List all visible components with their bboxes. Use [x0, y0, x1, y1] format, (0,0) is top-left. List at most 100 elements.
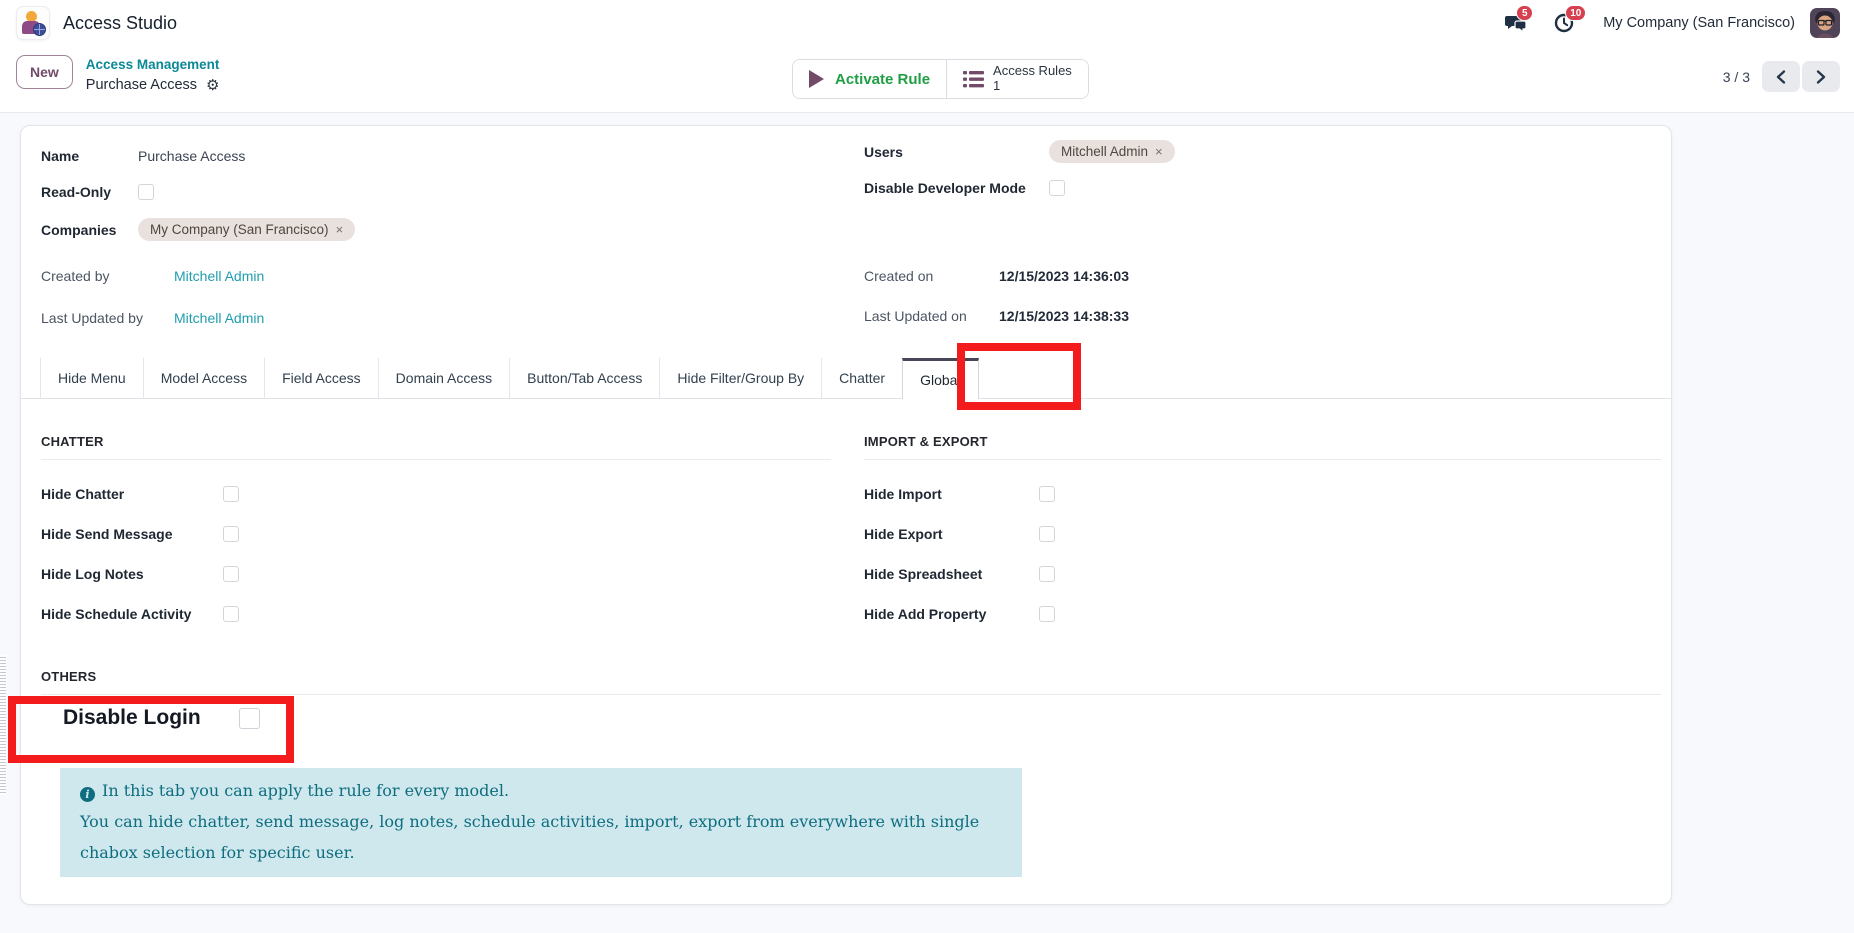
disable-dev-mode-label: Disable Developer Mode [864, 178, 1049, 198]
chevron-left-icon [1775, 70, 1787, 84]
control-panel: New Access Management Purchase Access ⚙ … [0, 46, 1854, 113]
chatter-section-title: CHATTER [41, 434, 831, 460]
navbar-right: 5 10 My Company (San Francisco) [1505, 6, 1840, 40]
hide-add-property-label: Hide Add Property [864, 606, 1039, 622]
others-section-title: OTHERS [41, 669, 1661, 695]
info-line-1-text: In this tab you can apply the rule for e… [102, 781, 509, 800]
content-area: Name Purchase Access Read-Only Companies… [0, 113, 1854, 933]
left-edge-artifact [0, 655, 6, 795]
access-rules-label: Access Rules [993, 64, 1072, 79]
company-tag[interactable]: My Company (San Francisco) × [138, 218, 355, 241]
tab-global[interactable]: Global [902, 358, 978, 399]
row-hide-send-message: Hide Send Message [41, 514, 831, 554]
info-box: iIn this tab you can apply the rule for … [60, 768, 1022, 877]
row-hide-export: Hide Export [864, 514, 1661, 554]
hide-chatter-label: Hide Chatter [41, 486, 223, 502]
app-title: Access Studio [63, 13, 177, 34]
pager-previous-button[interactable] [1762, 61, 1800, 92]
field-last-updated-by: Last Updated by Mitchell Admin [41, 310, 264, 326]
created-by-link[interactable]: Mitchell Admin [174, 268, 264, 284]
access-rules-count: 1 [993, 79, 1072, 94]
companies-label: Companies [41, 222, 138, 238]
new-button[interactable]: New [16, 55, 73, 89]
row-hide-import: Hide Import [864, 474, 1661, 514]
hide-import-label: Hide Import [864, 486, 1039, 502]
user-tag[interactable]: Mitchell Admin × [1049, 140, 1175, 163]
field-companies: Companies My Company (San Francisco) × [41, 218, 355, 241]
avatar-image [1810, 8, 1840, 38]
breadcrumb-current-wrap: Purchase Access ⚙ [86, 76, 220, 95]
disable-login-checkbox[interactable] [239, 708, 260, 729]
hide-spreadsheet-checkbox[interactable] [1039, 566, 1055, 582]
activate-rule-label: Activate Rule [835, 71, 930, 88]
company-switcher[interactable]: My Company (San Francisco) [1603, 15, 1795, 31]
hide-spreadsheet-label: Hide Spreadsheet [864, 566, 1039, 582]
field-created-by: Created by Mitchell Admin [41, 268, 264, 284]
last-updated-by-label: Last Updated by [41, 310, 174, 326]
tab-button-tab-access[interactable]: Button/Tab Access [509, 358, 659, 398]
row-hide-add-property: Hide Add Property [864, 594, 1661, 634]
access-rules-button[interactable]: Access Rules 1 [946, 60, 1088, 98]
section-import-export: IMPORT & EXPORT Hide Import Hide Export … [864, 434, 1661, 634]
import-export-section-title: IMPORT & EXPORT [864, 434, 1661, 460]
action-button-group: Activate Rule Access Rules 1 [792, 59, 1089, 99]
created-on-label: Created on [864, 268, 999, 284]
hide-add-property-checkbox[interactable] [1039, 606, 1055, 622]
readonly-checkbox[interactable] [138, 184, 154, 200]
tab-domain-access[interactable]: Domain Access [378, 358, 509, 398]
breadcrumb-parent-link[interactable]: Access Management [86, 57, 220, 74]
row-disable-login: Disable Login [63, 706, 260, 730]
row-hide-log-notes: Hide Log Notes [41, 554, 831, 594]
tab-chatter[interactable]: Chatter [821, 358, 902, 398]
top-navbar: Access Studio 5 10 My Company (San Franc… [0, 0, 1854, 46]
row-hide-chatter: Hide Chatter [41, 474, 831, 514]
tab-hide-menu[interactable]: Hide Menu [40, 358, 143, 398]
activities-menu[interactable]: 10 [1554, 12, 1576, 34]
pager-counter: 3 / 3 [1723, 69, 1750, 85]
hide-chatter-checkbox[interactable] [223, 486, 239, 502]
breadcrumb: Access Management Purchase Access ⚙ [86, 55, 220, 95]
app-logo-icon[interactable] [16, 6, 50, 40]
section-chatter: CHATTER Hide Chatter Hide Send Message H… [41, 434, 831, 634]
company-tag-label: My Company (San Francisco) [150, 222, 329, 237]
activate-rule-button[interactable]: Activate Rule [793, 60, 946, 98]
logo-globe [33, 23, 46, 36]
company-tag-remove-icon[interactable]: × [336, 222, 344, 237]
pager-next-button[interactable] [1802, 61, 1840, 92]
field-users: Users Mitchell Admin × [864, 140, 1175, 163]
last-updated-by-link[interactable]: Mitchell Admin [174, 310, 264, 326]
user-avatar[interactable] [1810, 8, 1840, 38]
tab-hide-filter-group-by[interactable]: Hide Filter/Group By [659, 358, 821, 398]
notebook-tabs: Hide Menu Model Access Field Access Doma… [21, 358, 1671, 399]
hide-import-checkbox[interactable] [1039, 486, 1055, 502]
hide-log-notes-checkbox[interactable] [223, 566, 239, 582]
play-icon [809, 70, 824, 88]
hide-export-checkbox[interactable] [1039, 526, 1055, 542]
disable-login-label: Disable Login [63, 706, 239, 730]
gear-icon[interactable]: ⚙ [206, 76, 219, 95]
disable-dev-mode-checkbox[interactable] [1049, 180, 1065, 196]
hide-schedule-activity-label: Hide Schedule Activity [41, 606, 223, 622]
hide-send-message-checkbox[interactable] [223, 526, 239, 542]
hide-send-message-label: Hide Send Message [41, 526, 223, 542]
access-rules-text: Access Rules 1 [993, 64, 1072, 94]
user-tag-remove-icon[interactable]: × [1155, 144, 1163, 159]
field-name: Name Purchase Access [41, 148, 245, 164]
name-value[interactable]: Purchase Access [138, 148, 245, 164]
readonly-label: Read-Only [41, 184, 138, 200]
created-by-label: Created by [41, 268, 174, 284]
user-tag-label: Mitchell Admin [1061, 144, 1148, 159]
messages-menu[interactable]: 5 [1505, 12, 1527, 34]
tab-field-access[interactable]: Field Access [264, 358, 378, 398]
field-created-on: Created on 12/15/2023 14:36:03 [864, 268, 1129, 284]
field-disable-dev-mode: Disable Developer Mode [864, 178, 1065, 198]
tab-model-access[interactable]: Model Access [143, 358, 264, 398]
access-studio-app: Access Studio 5 10 My Company (San Franc… [0, 0, 1854, 933]
info-line-2: You can hide chatter, send message, log … [80, 806, 1002, 868]
created-on-value: 12/15/2023 14:36:03 [999, 268, 1129, 284]
last-updated-on-value: 12/15/2023 14:38:33 [999, 308, 1129, 324]
activities-badge: 10 [1565, 5, 1586, 21]
form-sheet: Name Purchase Access Read-Only Companies… [20, 125, 1672, 905]
field-readonly: Read-Only [41, 184, 154, 200]
hide-schedule-activity-checkbox[interactable] [223, 606, 239, 622]
